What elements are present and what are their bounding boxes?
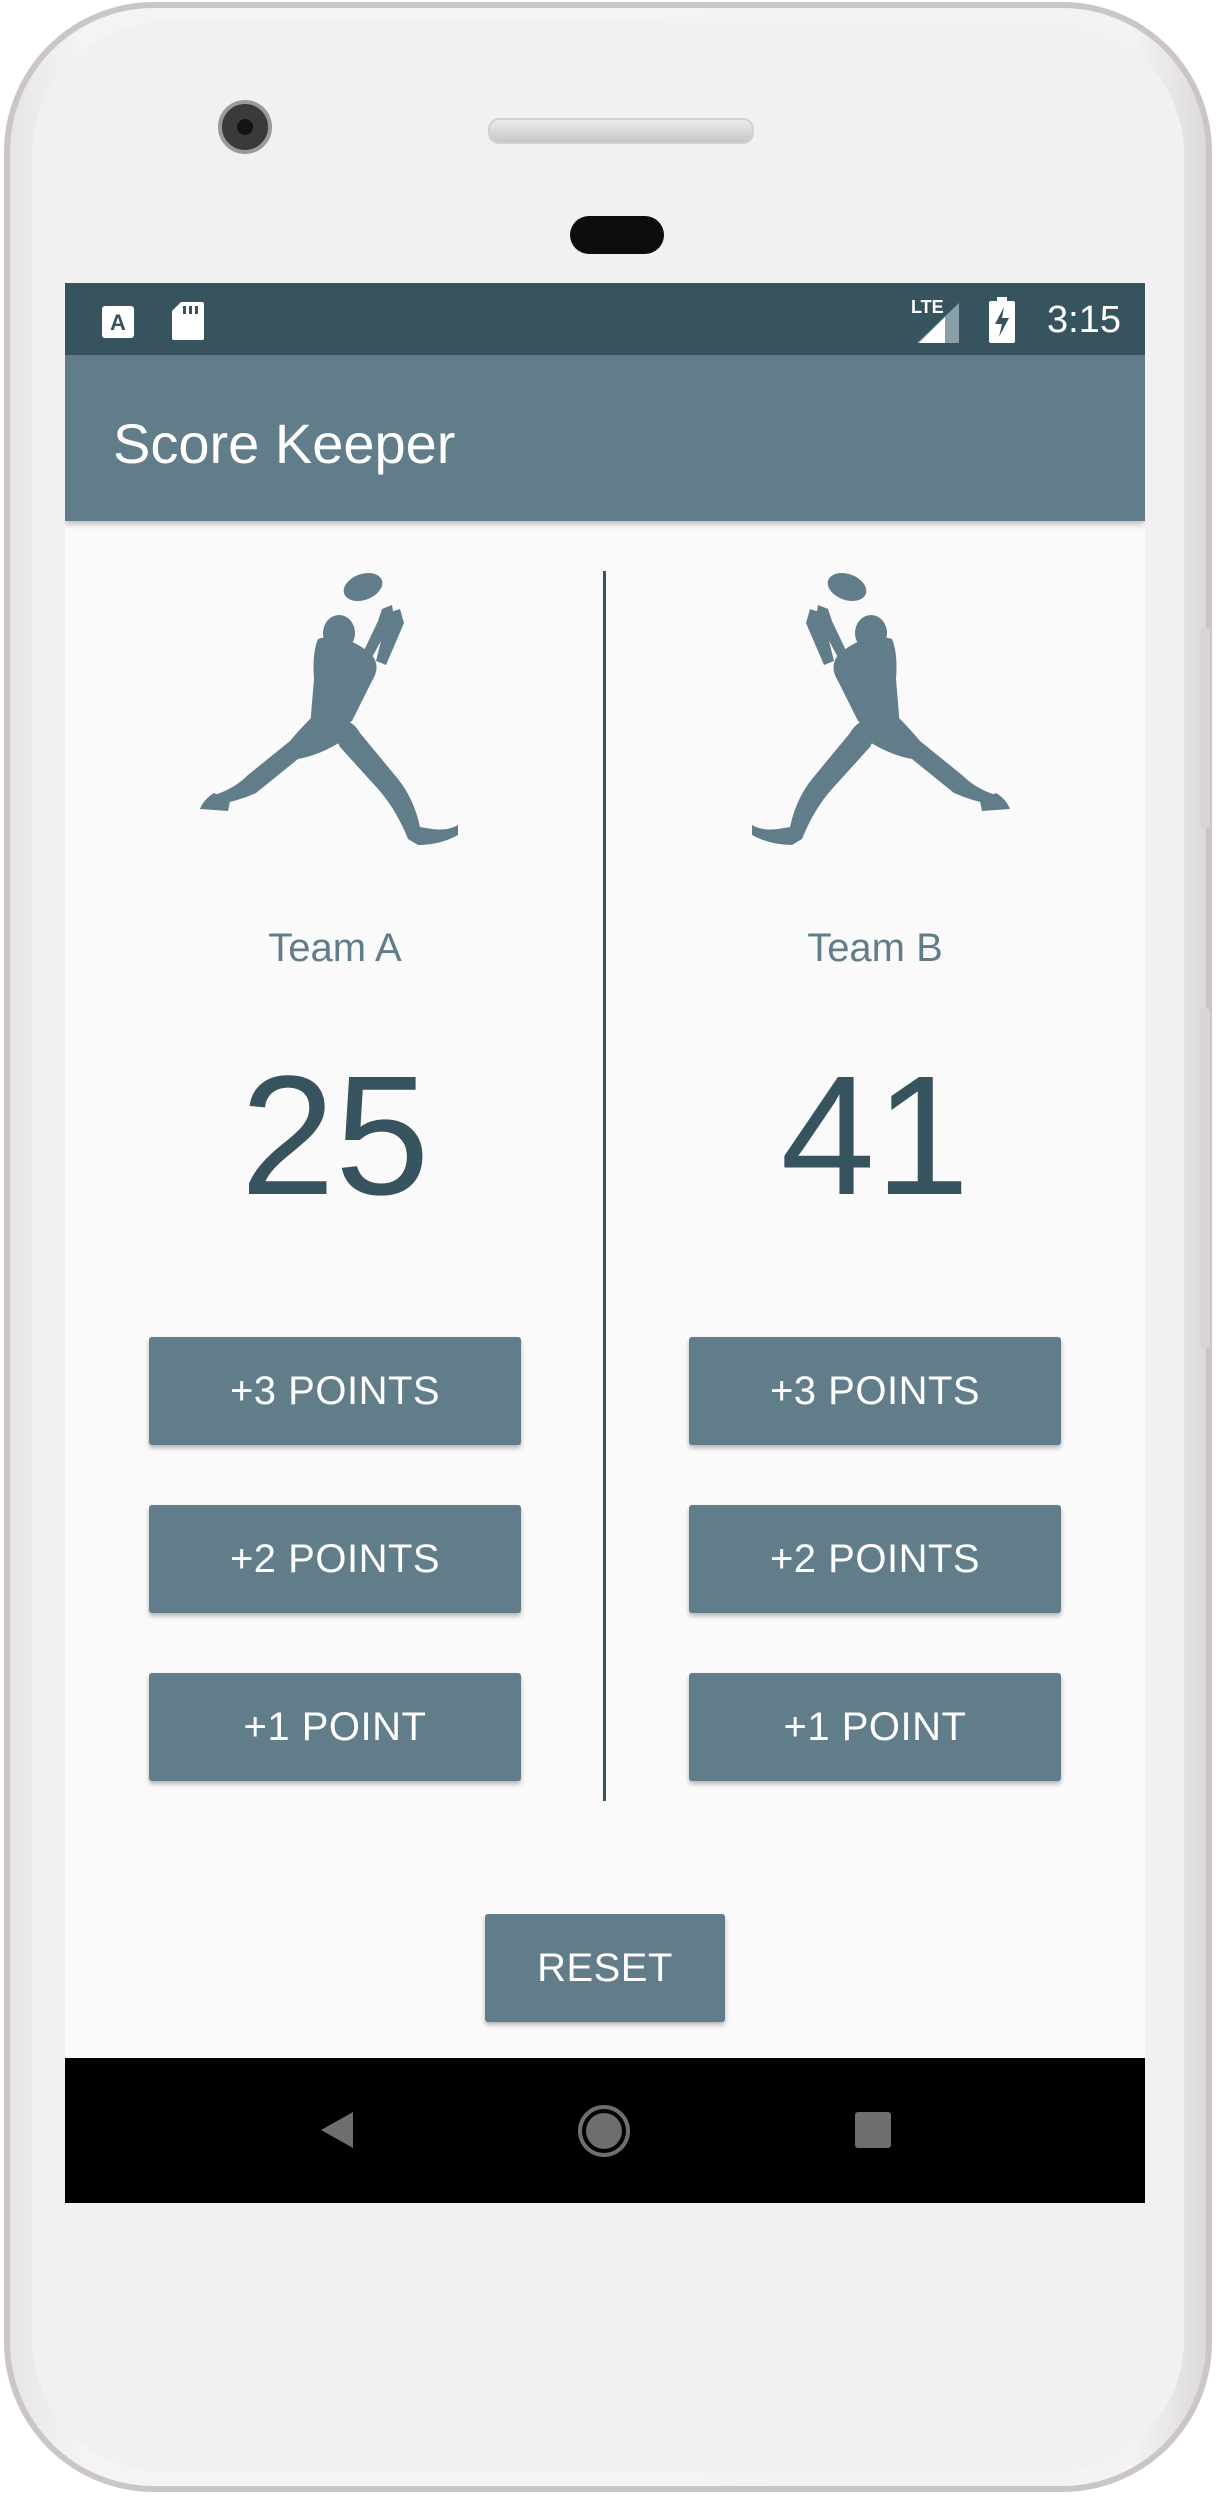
team-b-plus-2-button[interactable]: +2 POINTS <box>689 1505 1061 1613</box>
team-a-score: 25 <box>240 1041 430 1231</box>
app-title: Score Keeper <box>113 412 456 475</box>
volume-button <box>1200 1008 1210 1348</box>
back-icon[interactable] <box>319 2110 355 2150</box>
team-b-name: Team B <box>807 926 943 970</box>
team-b-plus-3-button[interactable]: +3 POINTS <box>689 1337 1061 1445</box>
front-camera <box>218 100 272 154</box>
team-a-name: Team A <box>268 926 402 970</box>
proximity-sensor <box>570 216 664 254</box>
device-screen: A LTE 3:15 Score Keeper Team A 25 Team B… <box>65 283 1145 2203</box>
battery-charging-icon <box>989 297 1015 343</box>
football-player-catch-icon <box>752 572 1010 845</box>
app-bar: Score Keeper <box>65 355 1145 521</box>
svg-text:A: A <box>110 310 126 335</box>
home-icon[interactable] <box>577 2104 631 2158</box>
team-b-score: 41 <box>780 1041 970 1231</box>
earpiece-speaker <box>488 118 754 144</box>
team-a-plus-2-button[interactable]: +2 POINTS <box>149 1505 521 1613</box>
team-a-plus-3-button[interactable]: +3 POINTS <box>149 1337 521 1445</box>
sd-card-icon <box>172 302 204 340</box>
football-player-catch-icon <box>200 572 458 845</box>
status-time: 3:15 <box>1047 299 1121 341</box>
team-a-column: Team A 25 +3 POINTS +2 POINTS <box>65 521 605 1821</box>
score-content: Team A 25 +3 POINTS +2 POINTS Team B <box>65 521 1145 2058</box>
reset-button[interactable]: RESET <box>485 1914 725 2022</box>
team-b-plus-1-button[interactable]: +1 POINT <box>689 1673 1061 1781</box>
signal-icon <box>917 303 959 343</box>
navigation-bar <box>65 2058 1145 2203</box>
team-b-column: Team B 41 <box>605 521 1145 1821</box>
power-button <box>1200 628 1210 828</box>
status-bar: A LTE 3:15 <box>65 283 1145 355</box>
accessibility-a-icon: A <box>102 306 134 338</box>
team-a-plus-1-button[interactable]: +1 POINT <box>149 1673 521 1781</box>
recents-icon[interactable] <box>855 2112 891 2148</box>
